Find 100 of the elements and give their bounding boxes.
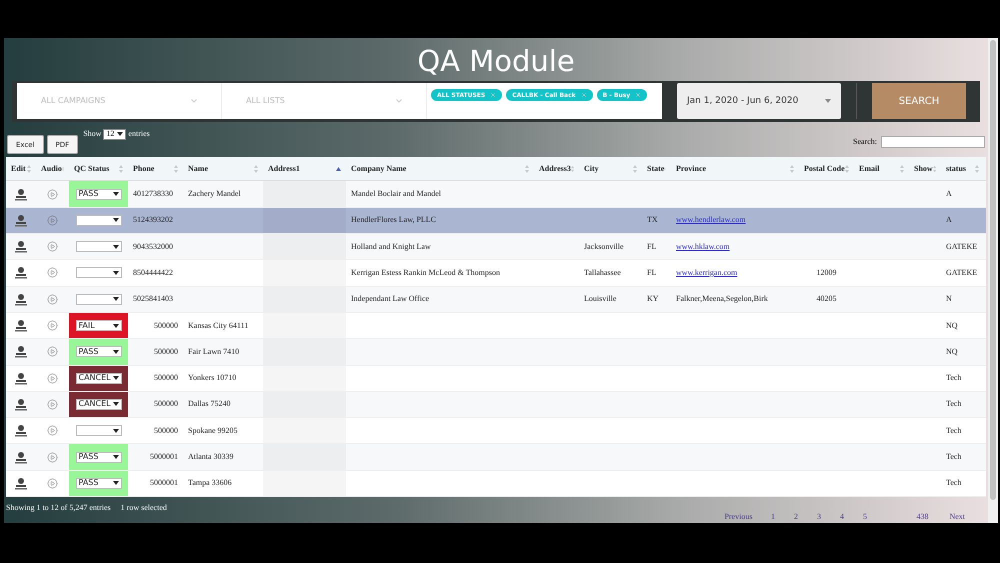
play-icon[interactable] xyxy=(47,241,58,252)
entries-label: entries xyxy=(128,128,150,140)
play-icon[interactable] xyxy=(47,398,58,410)
pagination-link[interactable]: 1 xyxy=(769,511,776,523)
user-stamp-icon[interactable] xyxy=(15,424,27,438)
website-link[interactable]: www.kerrigan.com xyxy=(676,266,738,279)
table-row[interactable]: PASS 5000001 Atlanta 30339 Tech xyxy=(6,444,986,471)
table-row[interactable]: PASS 500000 Fair Lawn 7410 NQ xyxy=(6,339,986,366)
status-cell: A xyxy=(946,214,952,226)
caret-icon xyxy=(112,324,118,328)
show-label: Show xyxy=(83,128,102,140)
state-cell: FL xyxy=(647,266,656,279)
user-stamp-icon[interactable] xyxy=(15,450,27,464)
play-icon[interactable] xyxy=(47,267,58,278)
search-field[interactable] xyxy=(881,136,985,148)
scrollbar[interactable] xyxy=(988,38,998,523)
qc-status-select[interactable] xyxy=(76,214,122,226)
column-header[interactable]: Address3 xyxy=(539,162,571,175)
pagination-link[interactable]: 438 xyxy=(916,511,928,523)
qc-status-select[interactable]: FAIL xyxy=(76,320,122,332)
qc-status-select[interactable]: PASS xyxy=(76,478,122,489)
caret-icon xyxy=(112,455,118,460)
pagination-link[interactable]: 5 xyxy=(861,511,868,523)
user-stamp-icon[interactable] xyxy=(15,372,27,385)
qc-status-select[interactable]: CANCEL xyxy=(76,372,122,384)
caret-icon xyxy=(112,244,118,249)
user-stamp-icon[interactable] xyxy=(15,398,27,411)
qc-status-select[interactable] xyxy=(76,241,122,252)
column-header[interactable]: QC Status xyxy=(74,162,110,175)
user-stamp-icon[interactable] xyxy=(15,214,27,227)
qc-status-select[interactable]: PASS xyxy=(76,346,122,358)
table-row[interactable]: FAIL 500000 Kansas City 64111 NQ xyxy=(6,312,986,340)
play-icon[interactable] xyxy=(47,425,58,436)
table-row[interactable]: 8504444422 Kerrigan Estess Rankin McLeod & Thompson Tallahassee FL www.kerrigan.com 12009 GATEKE xyxy=(6,260,986,287)
caret-icon xyxy=(112,297,118,302)
play-icon[interactable] xyxy=(47,294,58,305)
caret-icon xyxy=(112,376,118,380)
remove-icon[interactable] xyxy=(580,92,587,98)
column-header[interactable]: Show xyxy=(914,162,933,175)
column-header[interactable]: Province xyxy=(676,162,706,175)
qc-status-select[interactable] xyxy=(76,425,122,436)
play-icon[interactable] xyxy=(47,372,58,384)
table-row[interactable]: 9043532000 Holland and Knight Law Jacksonville FL www.hklaw.com GATEKE xyxy=(6,234,986,260)
user-stamp-icon[interactable] xyxy=(15,240,27,254)
qc-status-select[interactable]: CANCEL xyxy=(76,398,122,410)
play-icon[interactable] xyxy=(47,320,58,332)
qc-status-select[interactable] xyxy=(76,267,122,278)
remove-icon[interactable] xyxy=(635,92,642,98)
qc-status-select[interactable] xyxy=(76,294,122,305)
phone-cell: 500000 xyxy=(154,320,178,332)
user-stamp-icon[interactable] xyxy=(15,319,27,332)
qc-status-select[interactable]: PASS xyxy=(76,188,122,200)
phone-cell: 500000 xyxy=(154,346,178,358)
column-header[interactable]: Edit xyxy=(11,162,26,175)
date-range-select[interactable]: Jan 1, 2020 - Jun 6, 2020 xyxy=(677,83,841,120)
column-header[interactable]: Name xyxy=(188,162,208,175)
website-link[interactable]: www.hendlerlaw.com xyxy=(676,214,746,226)
user-stamp-icon[interactable] xyxy=(15,188,27,201)
column-header[interactable]: City xyxy=(584,162,599,175)
pagination-link[interactable]: Next xyxy=(949,511,965,523)
table-row[interactable]: CANCEL 500000 Dallas 75240 Tech xyxy=(6,392,986,418)
status-cell: Tech xyxy=(946,372,962,384)
play-icon[interactable] xyxy=(47,452,58,463)
table-row[interactable]: 500000 Spokane 99205 Tech xyxy=(6,418,986,444)
status-cell: A xyxy=(946,188,952,200)
name-cell: Yonkers 10710 xyxy=(188,372,236,384)
qc-status-select[interactable]: PASS xyxy=(76,452,122,463)
column-header[interactable]: Email xyxy=(859,162,880,175)
column-header[interactable]: State xyxy=(647,162,664,175)
remove-icon[interactable] xyxy=(490,92,496,98)
play-icon[interactable] xyxy=(47,214,58,226)
phone-cell: 500000 xyxy=(154,372,178,384)
column-header[interactable]: Postal Code xyxy=(804,162,845,175)
table-row[interactable]: 5124393202 HendlerFlores Law, PLLC TX www.hendlerlaw.com A xyxy=(6,208,986,234)
user-stamp-icon[interactable] xyxy=(15,292,27,306)
column-header[interactable]: Phone xyxy=(133,162,154,175)
pagination-link[interactable]: 2 xyxy=(792,511,800,523)
table-row[interactable]: CANCEL 500000 Yonkers 10710 Tech xyxy=(6,366,986,392)
play-icon[interactable] xyxy=(47,478,58,489)
table-row[interactable]: PASS 5000001 Tampa 33606 Tech xyxy=(6,470,986,497)
play-icon[interactable] xyxy=(47,346,58,358)
state-cell: FL xyxy=(647,240,656,253)
state-cell: TX xyxy=(647,214,658,226)
pagination-link[interactable]: Previous xyxy=(724,511,752,523)
column-header[interactable]: Audio xyxy=(41,162,62,175)
user-stamp-icon[interactable] xyxy=(15,476,27,490)
pagination-link[interactable]: 3 xyxy=(815,511,822,523)
name-cell: Dallas 75240 xyxy=(188,398,230,410)
table-row[interactable]: PASS 4012738330 Zachery Mandel Mandel Boclair and Mandel A xyxy=(6,181,986,208)
column-header[interactable]: status xyxy=(946,162,966,175)
user-stamp-icon[interactable] xyxy=(15,345,27,358)
pagination-link[interactable]: 4 xyxy=(838,511,846,523)
user-stamp-icon[interactable] xyxy=(15,266,27,280)
page-size-select[interactable]: 12 xyxy=(103,128,126,140)
sort-ascending-icon[interactable] xyxy=(336,166,341,171)
column-header[interactable]: Company Name xyxy=(351,162,406,175)
website-link[interactable]: www.hklaw.com xyxy=(676,240,730,253)
play-icon[interactable] xyxy=(47,188,58,200)
table-row[interactable]: 5025841403 Independant Law Office Louisville KY Falkner,Meena,Segelon,Birk 40205 N xyxy=(6,286,986,313)
column-header[interactable]: Address1 xyxy=(268,162,300,175)
